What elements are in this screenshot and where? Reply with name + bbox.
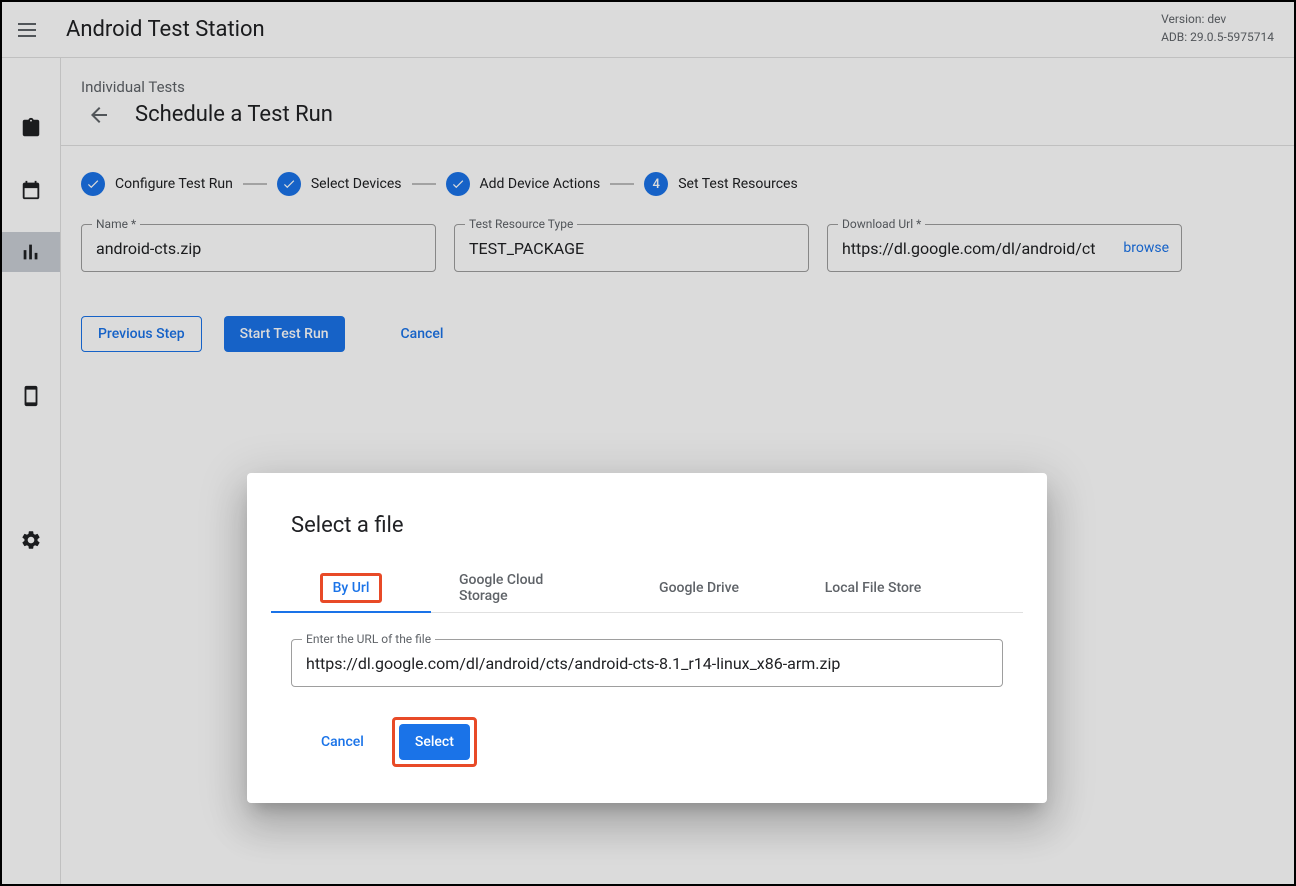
- tab-local-file-store[interactable]: Local File Store: [779, 564, 967, 612]
- tab-by-url[interactable]: By Url: [271, 564, 431, 612]
- dialog-actions: Cancel Select: [291, 717, 1003, 767]
- tab-label: Google Drive: [659, 580, 739, 596]
- select-file-dialog: Select a file By Url Google Cloud Storag…: [247, 473, 1047, 803]
- tab-google-drive[interactable]: Google Drive: [619, 564, 779, 612]
- url-input-field[interactable]: Enter the URL of the file: [291, 639, 1003, 687]
- tab-label: Google Cloud Storage: [459, 572, 591, 604]
- tab-label: By Url: [333, 580, 370, 596]
- url-input-label: Enter the URL of the file: [302, 632, 435, 646]
- tab-label: Local File Store: [825, 580, 921, 596]
- dialog-title: Select a file: [291, 513, 1003, 538]
- highlight-box: Select: [392, 717, 477, 767]
- dialog-tabs: By Url Google Cloud Storage Google Drive…: [271, 564, 1023, 613]
- dialog-cancel-button[interactable]: Cancel: [305, 724, 380, 760]
- dialog-select-button[interactable]: Select: [399, 724, 470, 760]
- url-input[interactable]: [306, 654, 988, 673]
- tab-google-cloud-storage[interactable]: Google Cloud Storage: [431, 564, 619, 612]
- highlight-box: By Url: [320, 573, 383, 603]
